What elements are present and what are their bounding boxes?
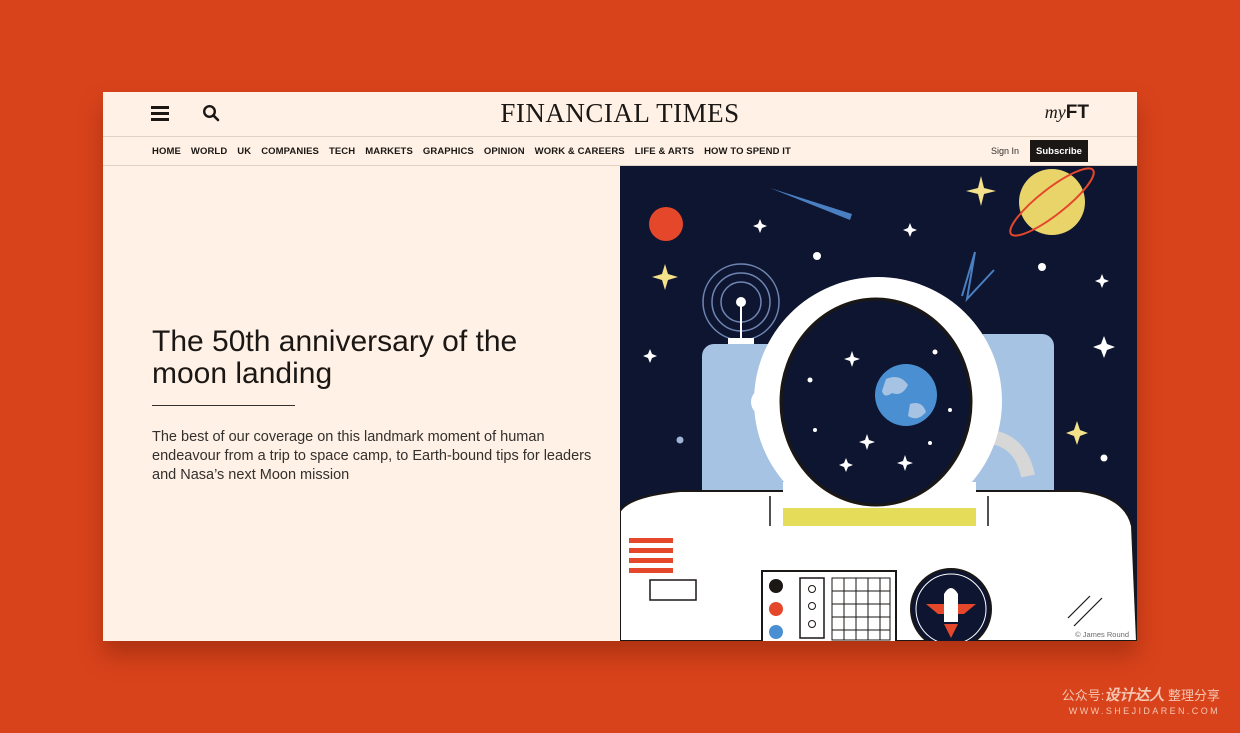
watermark-line-1: 公众号:设计达人 整理分享 — [1062, 684, 1220, 705]
watermark-suffix: 整理分享 — [1167, 688, 1220, 703]
navigation-bar: HOME WORLD UK COMPANIES TECH MARKETS GRA… — [103, 137, 1137, 166]
nav-item-companies[interactable]: COMPANIES — [261, 146, 319, 157]
image-credit: © James Round — [1075, 630, 1129, 639]
article-teaser: The 50th anniversary of the moon landing… — [103, 166, 620, 641]
nav-item-opinion[interactable]: OPINION — [484, 146, 525, 157]
article-standfirst: The best of our coverage on this landmar… — [152, 429, 592, 483]
nav-item-tech[interactable]: TECH — [329, 146, 355, 157]
masthead-logo[interactable]: FINANCIAL TIMES — [103, 98, 1137, 129]
nav-item-home[interactable]: HOME — [152, 146, 181, 157]
nav-item-how-to-spend-it[interactable]: HOW TO SPEND IT — [704, 146, 791, 157]
nav-item-graphics[interactable]: GRAPHICS — [423, 146, 474, 157]
astronaut-artwork — [619, 166, 1137, 641]
astronaut-illustration[interactable]: © James Round — [619, 166, 1137, 641]
sign-in-link[interactable]: Sign In — [991, 146, 1019, 156]
article-headline[interactable]: The 50th anniversary of the moon landing — [152, 326, 592, 390]
myft-suffix: FT — [1065, 102, 1089, 123]
watermark-brand: 设计达人 — [1104, 687, 1165, 704]
watermark-url: WWW.SHEJIDAREN.COM — [1068, 706, 1220, 716]
nav-item-uk[interactable]: UK — [237, 146, 251, 157]
nav-item-work-careers[interactable]: WORK & CAREERS — [535, 146, 625, 157]
watermark: 公众号:设计达人 整理分享 WWW.SHEJIDAREN.COM — [1062, 684, 1220, 716]
myft-link[interactable]: myFT — [1045, 102, 1089, 124]
ft-page: FINANCIAL TIMES myFT HOME WORLD UK COMPA… — [103, 92, 1137, 641]
nav-item-life-arts[interactable]: LIFE & ARTS — [635, 146, 694, 157]
subscribe-button[interactable]: Subscribe — [1030, 140, 1088, 162]
header-bar: FINANCIAL TIMES myFT — [103, 92, 1137, 137]
headline-divider — [152, 405, 295, 406]
watermark-prefix: 公众号: — [1061, 688, 1105, 703]
nav-item-markets[interactable]: MARKETS — [365, 146, 413, 157]
nav-item-world[interactable]: WORLD — [191, 146, 227, 157]
nav-list: HOME WORLD UK COMPANIES TECH MARKETS GRA… — [152, 137, 801, 165]
myft-prefix: my — [1044, 102, 1066, 122]
